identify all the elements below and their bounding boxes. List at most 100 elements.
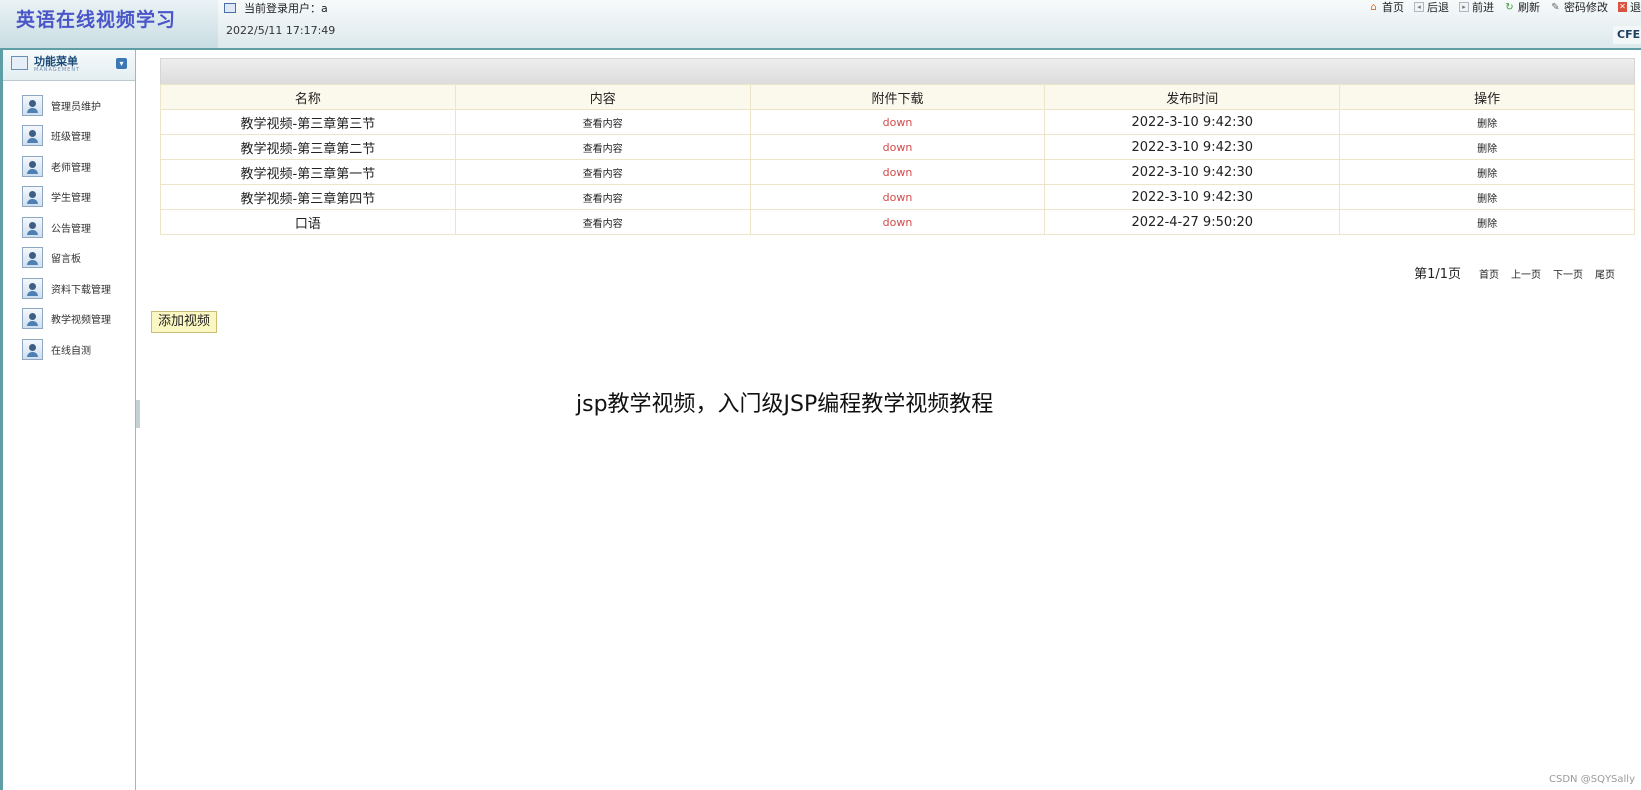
table-row: 教学视频-第三章第三节 查看内容 down 2022-3-10 9:42:30 …	[160, 109, 1635, 135]
sidebar-item-message-board[interactable]: 留言板	[22, 243, 111, 274]
collapse-menu-icon[interactable]: ▾	[116, 58, 127, 69]
table-row: 教学视频-第三章第一节 查看内容 down 2022-3-10 9:42:30 …	[160, 159, 1635, 185]
last-page-link[interactable]: 尾页	[1595, 266, 1615, 281]
add-video-button[interactable]: 添加视频	[151, 311, 218, 333]
forward-icon: ▸	[1459, 2, 1469, 12]
nav-back-link[interactable]: ◂ 后退	[1414, 0, 1449, 15]
published-time-cell: 2022-3-10 9:42:30	[1044, 159, 1341, 185]
published-time-cell: 2022-3-10 9:42:30	[1044, 109, 1341, 135]
sidebar-item-self-test[interactable]: 在线自测	[22, 334, 111, 365]
sidebar-item-label: 资料下载管理	[51, 284, 111, 296]
sidebar-item-downloads[interactable]: 资料下载管理	[22, 273, 111, 304]
delete-link[interactable]: 删除	[1477, 169, 1497, 180]
sidebar: 功能菜单 MANAGEMENT ▾ 管理员维护 班级管理 老师管理 学生管理 公…	[0, 50, 136, 790]
nav-forward-label: 前进	[1472, 1, 1494, 14]
delete-link[interactable]: 删除	[1477, 219, 1497, 230]
current-datetime: 2022/5/11 17:17:49	[226, 24, 336, 37]
nav-password-edit-link[interactable]: ✎ 密码修改	[1550, 0, 1608, 15]
video-name-cell: 教学视频-第三章第二节	[160, 134, 456, 160]
nav-refresh-link[interactable]: ↻ 刷新	[1504, 0, 1540, 15]
nav-exit-link[interactable]: ✕ 退	[1618, 0, 1641, 15]
video-name-cell: 教学视频-第三章第三节	[160, 109, 456, 135]
column-header-attachment: 附件下载	[749, 84, 1046, 110]
column-header-name: 名称	[160, 84, 456, 110]
user-card-icon	[22, 308, 43, 330]
user-card-icon	[22, 125, 43, 147]
menu-book-icon	[11, 56, 28, 70]
table-row: 教学视频-第三章第二节 查看内容 down 2022-3-10 9:42:30 …	[160, 134, 1635, 160]
sidebar-item-label: 教学视频管理	[51, 315, 111, 327]
nav-home-link[interactable]: ⌂ 首页	[1368, 0, 1404, 15]
download-link[interactable]: down	[883, 116, 913, 129]
refresh-icon: ↻	[1505, 1, 1514, 13]
prev-page-link[interactable]: 上一页	[1511, 266, 1541, 281]
user-card-icon	[22, 247, 43, 269]
menu-subtitle: MANAGEMENT	[34, 67, 81, 73]
sidebar-splitter-handle[interactable]	[136, 400, 140, 428]
download-link[interactable]: down	[883, 141, 913, 154]
page-info: 第1/1页	[1414, 267, 1461, 282]
back-icon: ◂	[1414, 2, 1424, 12]
video-name-cell: 口语	[160, 209, 456, 235]
view-content-link[interactable]: 查看内容	[583, 144, 623, 155]
sidebar-item-label: 班级管理	[51, 132, 91, 144]
delete-link[interactable]: 删除	[1477, 144, 1497, 155]
sidebar-item-admin[interactable]: 管理员维护	[22, 90, 111, 121]
sidebar-item-announcements[interactable]: 公告管理	[22, 212, 111, 243]
view-content-link[interactable]: 查看内容	[583, 169, 623, 180]
home-icon: ⌂	[1370, 1, 1377, 13]
sidebar-item-label: 在线自测	[51, 345, 91, 357]
sidebar-item-videos[interactable]: 教学视频管理	[22, 304, 111, 335]
video-name-cell: 教学视频-第三章第四节	[160, 184, 456, 210]
current-user-label: 当前登录用户：a	[244, 2, 328, 15]
sidebar-item-students[interactable]: 学生管理	[22, 182, 111, 213]
user-card-icon	[22, 94, 43, 116]
published-time-cell: 2022-3-10 9:42:30	[1044, 184, 1341, 210]
download-link[interactable]: down	[883, 191, 913, 204]
sidebar-item-label: 学生管理	[51, 193, 91, 205]
column-header-action: 操作	[1339, 84, 1635, 110]
table-caption-bar	[160, 58, 1635, 84]
menu-header: 功能菜单 MANAGEMENT ▾	[3, 50, 135, 81]
column-header-content: 内容	[454, 84, 751, 110]
video-name-cell: 教学视频-第三章第一节	[160, 159, 456, 185]
corner-tag: CFE	[1613, 26, 1641, 44]
table-row: 教学视频-第三章第四节 查看内容 down 2022-3-10 9:42:30 …	[160, 184, 1635, 210]
sidebar-item-classes[interactable]: 班级管理	[22, 121, 111, 152]
table-header-row: 名称 内容 附件下载 发布时间 操作	[160, 84, 1635, 110]
sidebar-item-label: 公告管理	[51, 223, 91, 235]
next-page-link[interactable]: 下一页	[1553, 266, 1583, 281]
nav-exit-label: 退	[1630, 1, 1641, 14]
published-time-cell: 2022-3-10 9:42:30	[1044, 134, 1341, 160]
pagination: 第1/1页 首页 上一页 下一页 尾页	[1414, 263, 1615, 282]
sidebar-item-label: 老师管理	[51, 162, 91, 174]
nav-home-label: 首页	[1382, 1, 1404, 14]
download-link[interactable]: down	[883, 166, 913, 179]
delete-link[interactable]: 删除	[1477, 194, 1497, 205]
user-card-icon	[22, 216, 43, 238]
nav-forward-link[interactable]: ▸ 前进	[1459, 0, 1494, 15]
nav-password-edit-label: 密码修改	[1564, 1, 1608, 14]
app-window: 英语在线视频学习 当前登录用户：a 2022/5/11 17:17:49 ⌂ 首…	[0, 0, 1641, 790]
sidebar-item-teachers[interactable]: 老师管理	[22, 151, 111, 182]
app-title: 英语在线视频学习	[16, 9, 177, 31]
article-caption: jsp教学视频，入门级JSP编程教学视频教程	[576, 392, 994, 417]
nav-refresh-label: 刷新	[1518, 1, 1540, 14]
view-content-link[interactable]: 查看内容	[583, 219, 623, 230]
published-time-cell: 2022-4-27 9:50:20	[1044, 209, 1341, 235]
view-content-link[interactable]: 查看内容	[583, 194, 623, 205]
top-nav: ⌂ 首页 ◂ 后退 ▸ 前进 ↻ 刷新 ✎ 密码修改 ✕ 退	[1368, 0, 1641, 14]
user-card-icon	[22, 186, 43, 208]
column-header-published: 发布时间	[1044, 84, 1341, 110]
main-content: 名称 内容 附件下载 发布时间 操作 教学视频-第三章第三节 查看内容 down…	[141, 50, 1641, 790]
nav-back-label: 后退	[1427, 1, 1449, 14]
download-link[interactable]: down	[883, 216, 913, 229]
view-content-link[interactable]: 查看内容	[583, 119, 623, 130]
current-user-info: 当前登录用户：a	[224, 0, 328, 16]
first-page-link[interactable]: 首页	[1479, 266, 1499, 281]
watermark: CSDN @SQYSally	[1549, 774, 1635, 785]
delete-link[interactable]: 删除	[1477, 119, 1497, 130]
sidebar-item-label: 留言板	[51, 254, 81, 266]
top-header: 英语在线视频学习 当前登录用户：a 2022/5/11 17:17:49 ⌂ 首…	[0, 0, 1641, 50]
logo-area: 英语在线视频学习	[0, 0, 218, 48]
